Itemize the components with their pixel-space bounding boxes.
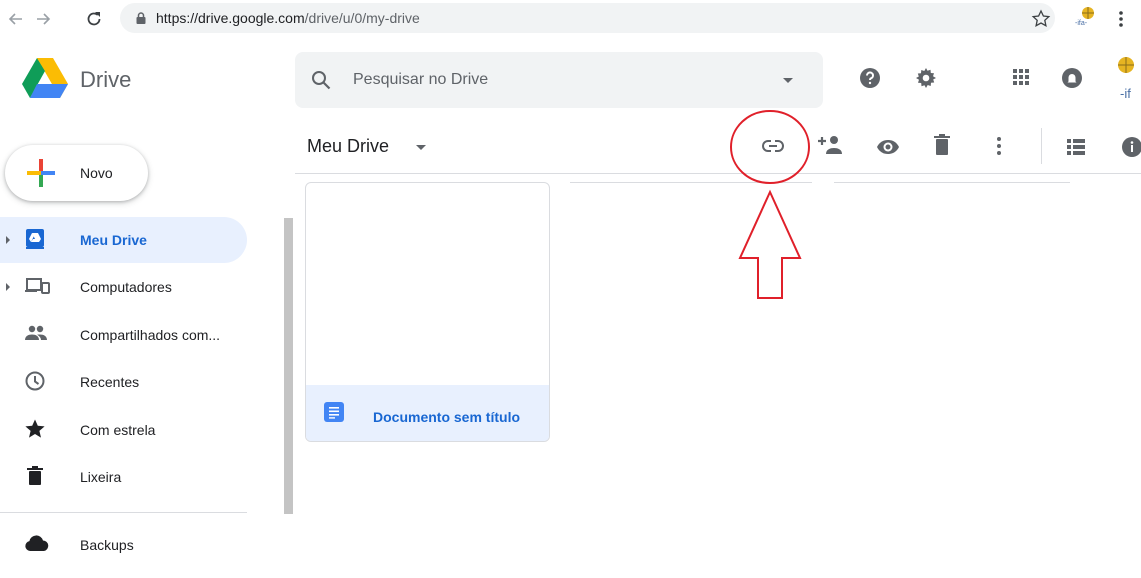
browser-toolbar: https://drive.google.com/drive/u/0/my-dr… — [0, 0, 1141, 38]
file-name: Documento sem título — [373, 409, 521, 425]
sidebar-item-backups[interactable]: Backups — [0, 522, 247, 568]
extension-label: -ifa- — [1075, 20, 1088, 27]
browser-menu-icon[interactable] — [1117, 9, 1125, 29]
sidebar-item-my-drive[interactable]: Meu Drive — [0, 217, 247, 263]
apps-grid-icon[interactable] — [1012, 68, 1030, 86]
sidebar-item-label: Computadores — [80, 279, 172, 295]
grid-placeholder-line — [834, 182, 1070, 183]
info-icon[interactable] — [1121, 136, 1141, 158]
delete-trash-icon[interactable] — [934, 134, 950, 156]
sidebar-divider — [0, 512, 247, 513]
trash-icon — [27, 466, 43, 485]
sidebar-item-label: Compartilhados com... — [80, 327, 221, 343]
clock-icon — [25, 371, 45, 391]
annotation-highlight — [730, 110, 810, 299]
sidebar-item-label: Meu Drive — [80, 232, 147, 248]
settings-gear-icon[interactable] — [916, 68, 936, 88]
url-path: /drive/u/0/my-drive — [304, 10, 420, 26]
shared-icon — [25, 325, 47, 340]
new-button[interactable]: Novo — [5, 145, 148, 201]
sidebar-item-computers[interactable]: Computadores — [0, 264, 247, 310]
more-actions-icon[interactable] — [996, 136, 1002, 156]
back-arrow-icon[interactable] — [6, 9, 26, 29]
file-card[interactable]: Documento sem título — [305, 182, 550, 442]
sidebar-item-label: Recentes — [80, 374, 140, 390]
my-drive-icon — [26, 229, 44, 249]
expand-arrow-icon[interactable] — [6, 236, 10, 244]
computers-icon — [25, 278, 50, 294]
bookmark-star-icon[interactable] — [1031, 9, 1051, 29]
toolbar-divider — [295, 173, 1141, 174]
page-title[interactable]: Meu Drive — [307, 136, 389, 157]
forward-arrow-icon[interactable] — [33, 9, 53, 29]
cloud-icon — [25, 535, 49, 551]
sidebar-scrollbar[interactable] — [284, 218, 293, 514]
notifications-bell-icon[interactable] — [1062, 68, 1082, 88]
docs-file-icon — [324, 402, 344, 422]
chevron-down-icon[interactable] — [416, 145, 426, 151]
sidebar-item-label: Lixeira — [80, 469, 122, 485]
search-options-icon[interactable] — [783, 78, 793, 84]
url-host: https://drive.google.com — [156, 10, 305, 26]
reload-icon[interactable] — [84, 9, 104, 29]
list-view-icon[interactable] — [1067, 139, 1085, 155]
account-label: -if — [1120, 86, 1131, 101]
sidebar-item-label: Com estrela — [80, 422, 156, 438]
star-icon — [25, 419, 45, 438]
sidebar-item-trash[interactable]: Lixeira — [0, 454, 247, 500]
toolbar-separator — [1041, 128, 1042, 164]
plus-icon — [27, 159, 55, 187]
new-button-label: Novo — [80, 165, 113, 181]
lock-icon — [136, 12, 146, 24]
sidebar-item-recent[interactable]: Recentes — [0, 359, 247, 405]
search-icon[interactable] — [311, 70, 331, 90]
sidebar-item-label: Backups — [80, 537, 134, 553]
account-avatar-icon[interactable] — [1114, 55, 1138, 83]
expand-arrow-icon[interactable] — [6, 283, 10, 291]
app-name[interactable]: Drive — [80, 67, 131, 93]
search-input[interactable] — [353, 68, 753, 92]
address-bar[interactable]: https://drive.google.com/drive/u/0/my-dr… — [120, 3, 1055, 33]
preview-eye-icon[interactable] — [876, 139, 900, 155]
help-icon[interactable] — [860, 68, 880, 88]
extension-icon[interactable] — [1076, 5, 1100, 31]
search-bar[interactable] — [295, 52, 823, 108]
sidebar-item-starred[interactable]: Com estrela — [0, 407, 247, 453]
sidebar-item-shared[interactable]: Compartilhados com... — [0, 312, 247, 358]
drive-logo-icon[interactable] — [22, 58, 68, 98]
file-card-footer[interactable]: Documento sem título — [306, 385, 549, 441]
